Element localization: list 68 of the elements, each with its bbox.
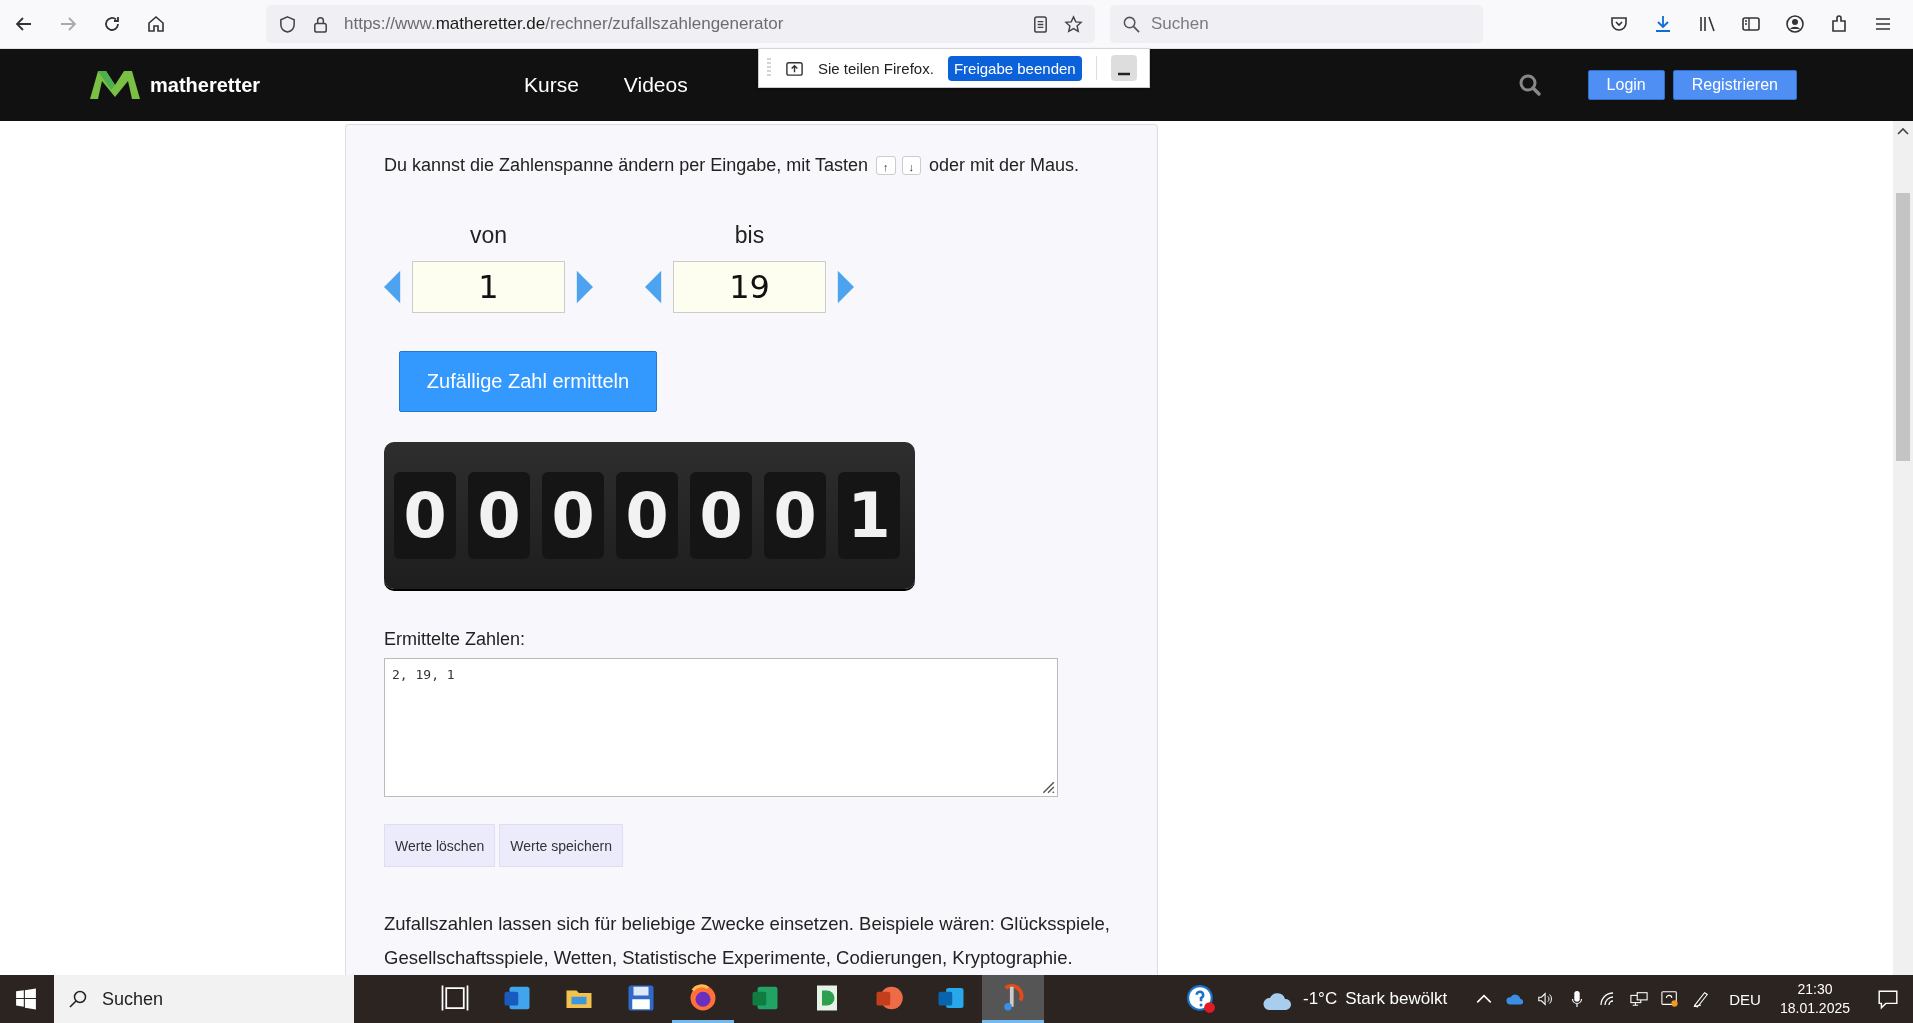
increase-arrow-icon[interactable] <box>836 269 854 305</box>
counter-digit: 0 <box>468 472 530 559</box>
star-icon[interactable] <box>1064 14 1083 34</box>
sharing-text: Sie teilen Firefox. <box>818 59 934 77</box>
counter-digit: 0 <box>542 472 604 559</box>
search-icon[interactable] <box>1517 73 1542 97</box>
resize-handle-icon[interactable] <box>1041 780 1055 794</box>
results-textarea[interactable]: 2, 19, 1 <box>384 658 1058 797</box>
range-label: von <box>469 222 508 249</box>
taskbar-clock[interactable]: 21:30 18.01.2025 <box>1779 980 1850 1018</box>
intro-text: oder mit der Maus. <box>929 155 1080 176</box>
sidebar-icon[interactable] <box>1741 14 1761 34</box>
decrease-arrow-icon[interactable] <box>384 269 402 305</box>
save-values-button[interactable]: Werte speichern <box>499 824 623 867</box>
range-input[interactable]: 1 <box>412 261 565 313</box>
counter-digit: 0 <box>616 472 678 559</box>
drag-handle-icon[interactable] <box>767 57 771 79</box>
url-text: https://www.matheretter.de/rechner/zufallszahlengenerator <box>344 14 784 34</box>
counter-digit: 0 <box>394 472 456 559</box>
scrollbar-thumb[interactable] <box>1896 193 1910 461</box>
range-label: bis <box>734 222 765 249</box>
scrollbar[interactable] <box>1893 121 1913 975</box>
counter-digit: 0 <box>690 472 752 559</box>
notifications-icon[interactable] <box>1877 988 1899 1010</box>
lock-icon[interactable] <box>311 14 330 34</box>
firefox-icon[interactable] <box>688 982 718 1013</box>
results-label: Ermittelte Zahlen: <box>384 629 527 650</box>
sync-icon[interactable] <box>1661 990 1680 1008</box>
minimize-icon[interactable] <box>1110 55 1137 81</box>
search-placeholder: Suchen <box>1151 14 1209 34</box>
reader-view-icon[interactable] <box>1031 14 1050 34</box>
description-text: Zufallszahlen lassen sich für beliebige Zwecke einsetzen. Beispiele wären: Glücksspiele, Gesellschaftsspiele, Wetten, Statistische Experimente, Codierungen, Kryptographie. <box>384 912 1111 970</box>
home-icon[interactable] <box>146 14 166 34</box>
reload-icon[interactable] <box>102 14 122 34</box>
weather-temperature[interactable]: -1°C <box>1303 989 1338 1009</box>
extensions-icon[interactable] <box>1829 14 1849 34</box>
logo-text[interactable]: matheretter <box>150 73 261 97</box>
address-bar[interactable]: https://www.matheretter.de/rechner/zufallszahlengenerator <box>266 5 1095 43</box>
network-icon[interactable] <box>1630 990 1649 1008</box>
scroll-up-icon[interactable] <box>1897 127 1909 135</box>
keycap: ↓ <box>901 156 921 175</box>
keycap: ↑ <box>876 156 896 175</box>
intro-text: Du kannst die Zahlenspanne ändern per Eingabe, mit Tasten <box>384 155 868 176</box>
input-language[interactable]: DEU <box>1729 990 1761 1008</box>
decrease-arrow-icon[interactable] <box>645 269 663 305</box>
nav-link[interactable]: Kurse <box>524 73 579 97</box>
account-icon[interactable] <box>1785 14 1805 34</box>
nav-link[interactable]: Videos <box>623 73 688 97</box>
increase-arrow-icon[interactable] <box>575 269 593 305</box>
library-icon[interactable] <box>1697 14 1717 34</box>
weather-condition[interactable]: Stark bewölkt <box>1345 989 1448 1009</box>
range-input[interactable]: 19 <box>673 261 826 313</box>
pocket-icon[interactable] <box>1609 14 1629 34</box>
counter-digit: 0 <box>764 472 826 559</box>
shield-icon[interactable] <box>278 14 297 34</box>
pen-icon[interactable] <box>1692 990 1711 1008</box>
help-icon[interactable] <box>1186 984 1216 1014</box>
results-value: 2, 19, 1 <box>392 667 455 682</box>
stop-sharing-button[interactable]: Freigabe beenden <box>947 55 1082 81</box>
search-field[interactable]: Suchen <box>1110 5 1483 43</box>
windows-start-icon[interactable] <box>15 988 37 1010</box>
counter-digit: 1 <box>838 472 900 559</box>
taskbar-search-field[interactable]: Suchen <box>54 975 354 1023</box>
clear-values-button[interactable]: Werte löschen <box>384 824 496 867</box>
download-icon[interactable] <box>1653 14 1673 34</box>
search-icon <box>68 989 88 1009</box>
search-icon <box>1122 14 1141 34</box>
search-placeholder: Suchen <box>102 988 164 1010</box>
